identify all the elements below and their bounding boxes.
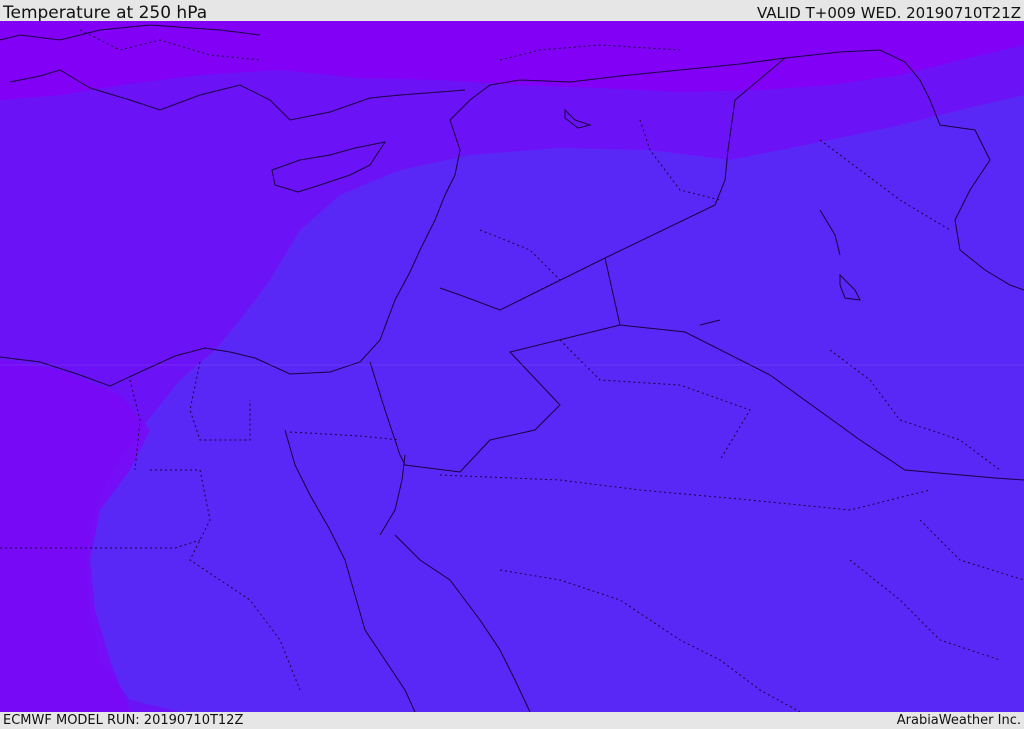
footer-bar: ECMWF MODEL RUN: 20190710T12Z ArabiaWeat… (0, 712, 1024, 729)
map-canvas[interactable] (0, 21, 1024, 712)
map-title: Temperature at 250 hPa (3, 3, 208, 23)
brand-label: ArabiaWeather Inc. (896, 713, 1021, 728)
model-run-label: ECMWF MODEL RUN: 20190710T12Z (3, 713, 244, 728)
valid-time: VALID T+009 WED. 20190710T21Z (756, 4, 1021, 22)
header-bar: Temperature at 250 hPa VALID T+009 WED. … (0, 0, 1024, 23)
